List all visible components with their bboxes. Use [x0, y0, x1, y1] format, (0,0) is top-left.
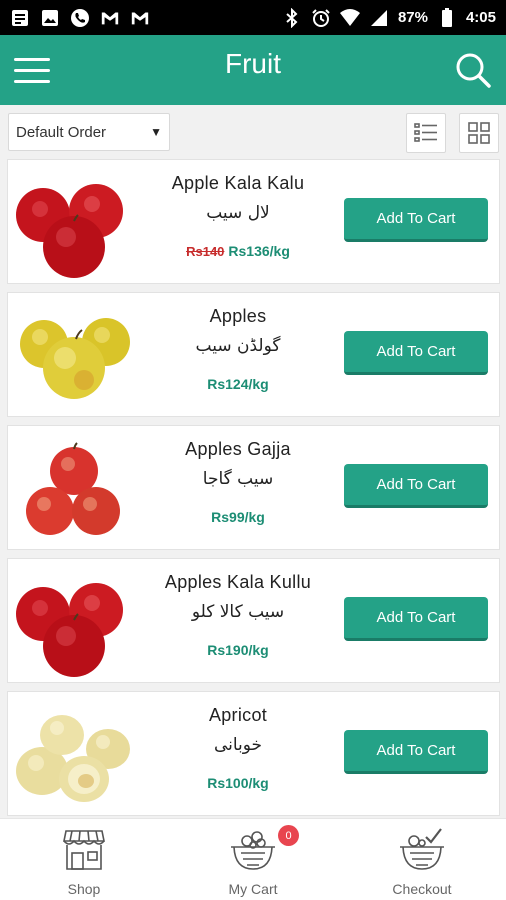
- wifi-icon: [339, 8, 360, 28]
- product-name: Apple Kala Kalu: [171, 173, 305, 193]
- add-to-cart-button[interactable]: Add To Cart: [344, 730, 488, 774]
- golden-apples-image: [20, 318, 130, 399]
- apricots-image: [16, 715, 130, 802]
- notification-icons: [10, 8, 150, 28]
- product-info: Apple Kala Kalu لال سیب Rs140 Rs136/kg: [138, 160, 338, 285]
- product-price-row: Rs190/kg: [138, 642, 338, 658]
- dropdown-arrow-icon: ▼: [150, 125, 162, 139]
- list-view-button[interactable]: [406, 113, 446, 153]
- product-card[interactable]: Apples Kala Kullu سیب کالا کلو Rs190/kg …: [7, 558, 500, 683]
- product-price-row: Rs124/kg: [138, 376, 338, 392]
- nav-checkout-label: Checkout: [392, 881, 452, 897]
- product-price: Rs190/kg: [207, 642, 269, 658]
- battery-level: 87%: [397, 9, 428, 26]
- product-price: Rs136/kg: [228, 243, 290, 259]
- app-bar: Fruit: [0, 35, 506, 105]
- product-price: Rs124/kg: [207, 376, 269, 392]
- red-apples-image: [16, 184, 123, 278]
- product-name: Apples Gajja: [185, 439, 291, 459]
- gajja-apples-image: [26, 442, 120, 535]
- product-urdu-name: سیب گاجا: [202, 469, 274, 489]
- nav-shop[interactable]: Shop: [24, 825, 144, 897]
- shop-icon: [63, 830, 105, 870]
- battery-icon: [437, 7, 457, 28]
- page-title: Fruit: [225, 48, 281, 79]
- system-status: 87% 4:05: [282, 7, 496, 28]
- toolbar: Default Order ▼: [0, 105, 506, 157]
- product-price-row: Rs99/kg: [138, 509, 338, 525]
- bluetooth-icon: [282, 7, 302, 28]
- product-card[interactable]: Apple Kala Kalu لال سیب Rs140 Rs136/kg Ad…: [7, 159, 500, 284]
- product-info: Apricot خوبانی Rs100/kg: [138, 692, 338, 817]
- alarm-icon: [311, 8, 331, 28]
- gmail-icon: [100, 8, 120, 28]
- phone-icon: [70, 8, 90, 28]
- nav-my-cart[interactable]: 0 My Cart: [193, 825, 313, 897]
- add-to-cart-button[interactable]: Add To Cart: [344, 331, 488, 375]
- basket-check-icon: [400, 828, 444, 870]
- product-price-row: Rs140 Rs136/kg: [138, 243, 338, 259]
- status-bar: 87% 4:05: [0, 0, 506, 35]
- product-name: Apricot: [208, 705, 268, 725]
- list-view-icon: [414, 123, 437, 142]
- product-card[interactable]: Apples Gajja سیب گاجا Rs99/kg Add To Car…: [7, 425, 500, 550]
- nav-my-cart-label: My Cart: [228, 881, 278, 897]
- product-urdu-name: گولڈن سیب: [195, 336, 281, 356]
- nav-shop-label: Shop: [67, 881, 101, 897]
- product-card[interactable]: Apricot خوبانی Rs100/kg Add To Cart: [7, 691, 500, 816]
- image-icon: [40, 8, 60, 28]
- product-urdu-name: لال سیب: [206, 203, 270, 223]
- gmail-icon: [130, 8, 150, 28]
- product-urdu-name: خوبانی: [213, 735, 263, 755]
- red-apples-image: [16, 583, 123, 677]
- product-info: Apples Kala Kullu سیب کالا کلو Rs190/kg: [138, 559, 338, 684]
- product-info: Apples گولڈن سیب Rs124/kg: [138, 293, 338, 418]
- grid-view-icon: [468, 122, 490, 144]
- product-price: Rs100/kg: [207, 775, 269, 791]
- sort-dropdown[interactable]: Default Order ▼: [8, 113, 170, 151]
- product-price: Rs99/kg: [211, 509, 265, 525]
- basket-icon: [231, 831, 275, 870]
- product-info: Apples Gajja سیب گاجا Rs99/kg: [138, 426, 338, 551]
- grid-view-button[interactable]: [459, 113, 499, 153]
- add-to-cart-button[interactable]: Add To Cart: [344, 597, 488, 641]
- signal-icon: [369, 8, 389, 28]
- product-urdu-name: سیب کالا کلو: [191, 602, 285, 622]
- add-to-cart-button[interactable]: Add To Cart: [344, 198, 488, 242]
- search-icon: [456, 53, 491, 88]
- clock: 4:05: [465, 9, 496, 26]
- product-card[interactable]: Apples گولڈن سیب Rs124/kg Add To Cart: [7, 292, 500, 417]
- nav-checkout[interactable]: Checkout: [362, 825, 482, 897]
- sort-label: Default Order: [16, 123, 107, 141]
- cart-count-badge: 0: [278, 825, 299, 846]
- product-price-row: Rs100/kg: [138, 775, 338, 791]
- product-name: Apples: [209, 306, 267, 326]
- product-name: Apples Kala Kullu: [164, 572, 312, 592]
- bottom-nav: Shop 0 My Cart Checkout: [0, 818, 506, 900]
- add-to-cart-button[interactable]: Add To Cart: [344, 464, 488, 508]
- search-button[interactable]: [454, 50, 492, 90]
- original-price: Rs140: [186, 244, 225, 259]
- message-icon: [10, 8, 30, 28]
